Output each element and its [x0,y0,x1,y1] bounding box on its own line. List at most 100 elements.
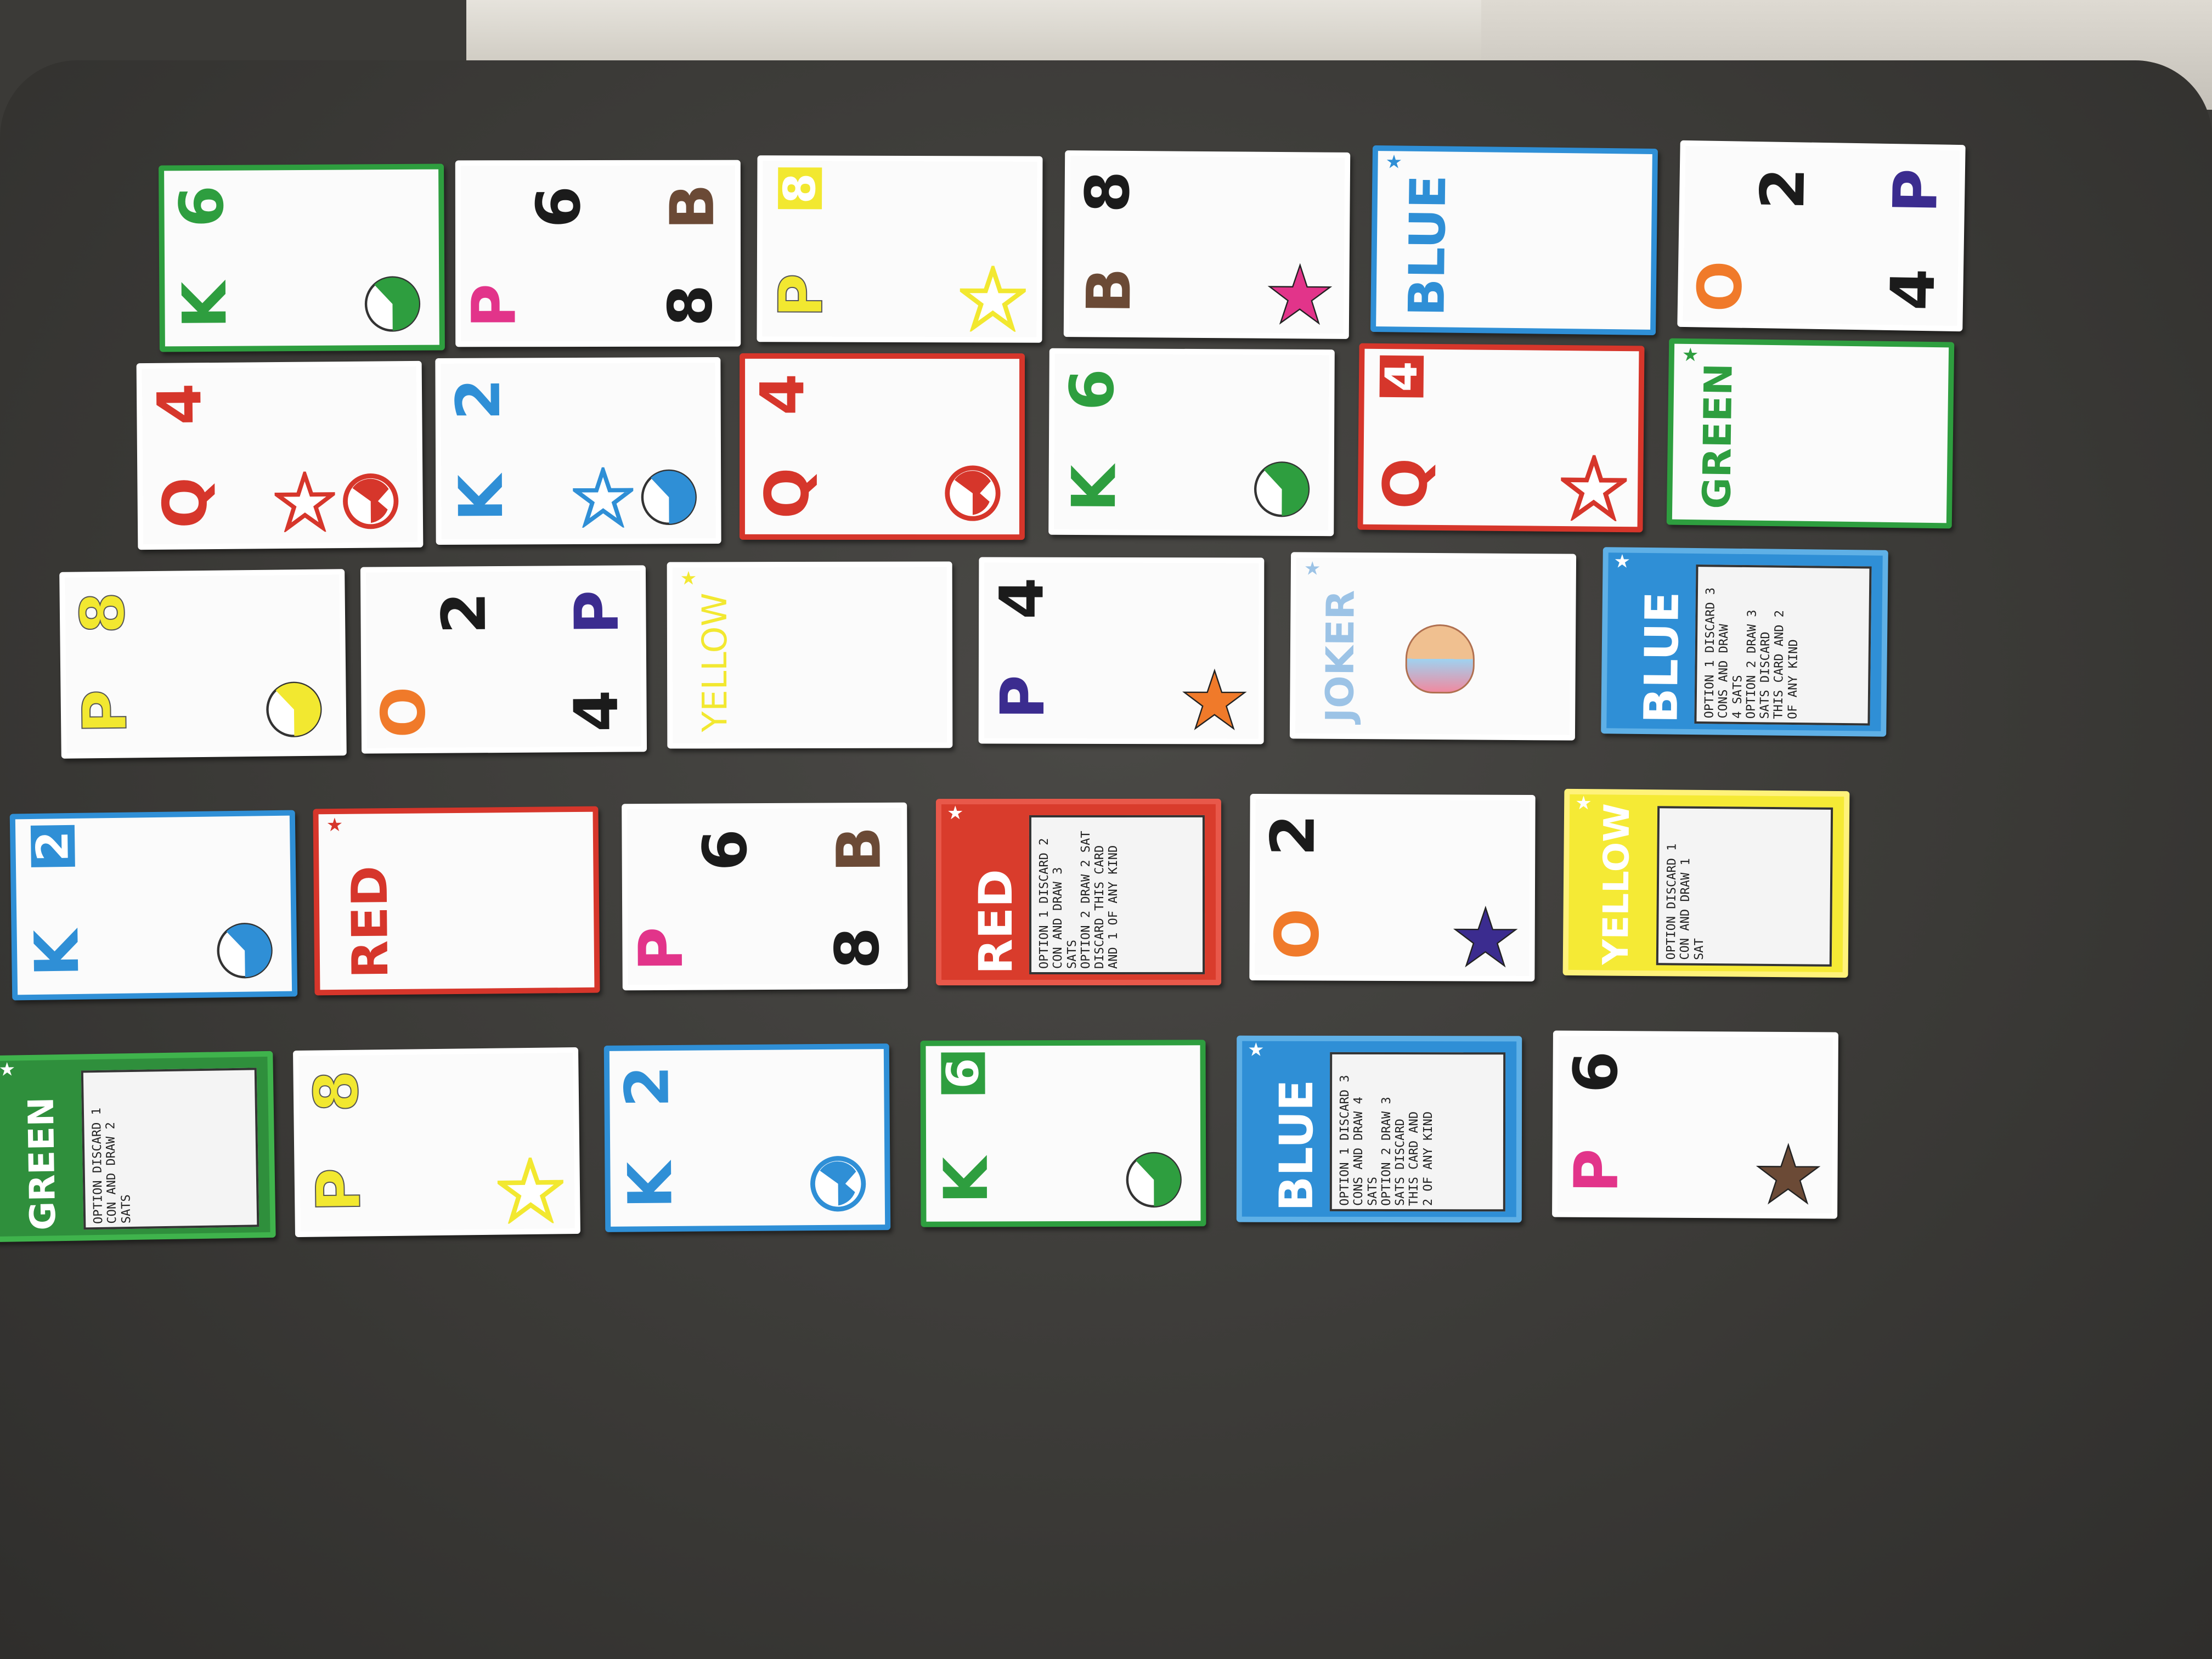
card-glyph: P [765,273,837,318]
card-r2-c2: 2K [435,357,721,545]
card-color-word: RED [968,869,1023,975]
card-r5-c2: 8P [293,1047,580,1238]
card-r3-c4: 4P [978,557,1265,744]
card-r2-c5: 4Q [1357,343,1645,533]
card-r2-c4: 6K [1048,348,1335,537]
card-glyph: 2 [1257,814,1328,856]
card-r3-c1: 8P [59,569,347,759]
star-icon [1452,904,1518,973]
card-r1-c3: 8P [757,155,1043,343]
card-glyph: O [1262,908,1333,960]
card-r5-c5: ★ BLUE OPTION 1 DISCARD 3 CONS AND DRAW 4 … [1236,1035,1522,1223]
card-color-word: GREEN [1694,363,1741,510]
card-glyph: O [1684,260,1756,313]
corner-star-icon: ★ [1385,151,1403,173]
corner-star-icon: ★ [1304,558,1321,579]
card-color-word: BLUE [1634,591,1689,724]
card-r4-c2: ★ RED [313,806,600,996]
card-glyph: P [303,1167,375,1213]
card-glyph: K [930,1156,1002,1204]
card-glyph: 6 [690,828,761,871]
card-r1-c1: 6K [159,163,445,352]
card-r3-c3: ★ YELLOW [667,561,953,749]
star-icon [1755,1142,1821,1211]
card-glyph: 4 [1877,268,1949,312]
card-glyph: P [1880,168,1951,214]
card-glyph: B [1073,267,1144,314]
card-glyph: K [1059,465,1130,512]
joker-face-icon [1405,624,1475,694]
card-glyph: Q [752,467,822,519]
card-r5-c1: ★ GREEN OPTION DISCARD 1 CON AND DRAW 2 SA… [0,1051,276,1243]
card-glyph: P [69,689,141,735]
card-glyph: 4 [144,382,215,426]
card-glyph: 6 [937,1052,989,1094]
photo-scene: 6 K 6 P B 8 8 P 8 B ★ BLUE 2 O P 4 4 Q 2 K 4 Q 6 K 4 Q ★ GREEN 8 P 2 O P… [0,0,2212,1659]
card-r1-c6: 2 O P 4 [1677,140,1966,332]
card-glyph: 8 [301,1069,373,1113]
half-circle-icon [362,274,423,337]
card-glyph: K [169,281,240,329]
card-glyph: 2 [443,378,514,421]
corner-star-icon: ★ [680,568,697,589]
corner-star-icon: ★ [1575,793,1592,814]
star-icon [1267,262,1333,331]
card-r4-c3: 6 P B 8 [622,802,908,991]
card-glyph: P [459,283,529,328]
card-glyph: 8 [822,927,893,969]
card-glyph: Q [150,477,221,529]
card-glyph: 8 [1072,170,1143,213]
card-glyph: 4 [561,690,632,732]
half-circle-icon [639,467,699,530]
half-circle-icon [214,920,275,984]
card-color-word: GREEN [21,1097,64,1231]
option-text: OPTION 1 DISCARD 3 CONS AND DRAW 4 SATS … [1338,1075,1435,1206]
card-color-word: BLUE [1398,174,1458,317]
card-glyph: O [368,686,439,738]
pacman-circle-icon [943,463,1003,526]
corner-star-icon: ★ [946,803,964,824]
star-icon [1556,451,1632,524]
corner-star-icon: ★ [326,814,343,836]
half-circle-icon [263,679,324,743]
option-text: OPTION 1 DISCARD 2 CON AND DRAW 3 SATS O… [1037,831,1121,969]
half-circle-icon [1124,1149,1184,1212]
card-glyph: 6 [166,185,237,228]
card-glyph: K [21,929,93,977]
corner-star-icon: ★ [1248,1039,1265,1060]
card-glyph: Q [1370,458,1441,510]
card-r4-c5: 2O [1249,793,1536,982]
card-color-word: YELLOW [1595,803,1638,965]
card-glyph: B [823,826,894,873]
card-r5-c4: 6K [920,1040,1206,1227]
card-r5-c6: 6P [1552,1030,1838,1219]
card-glyph: 2 [27,825,78,867]
card-r2-c3: 4Q [739,353,1025,540]
corner-star-icon: ★ [0,1059,16,1080]
card-r3-c6: ★ BLUE OPTION 1 DISCARD 3 CONS AND DRAW 4 … [1601,547,1888,737]
card-glyph: 8 [655,284,726,327]
card-color-word: JOKER [1317,590,1363,723]
card-r2-c6: ★ GREEN [1666,338,1955,529]
card-glyph: P [1561,1148,1632,1193]
card-glyph: K [445,474,517,522]
card-glyph: 6 [1057,368,1127,411]
card-r3-c5: ★ JOKER [1289,552,1577,741]
card-glyph: 6 [523,185,594,228]
card-glyph: P [988,675,1058,720]
card-r1-c2: 6 P B 8 [455,160,741,347]
option-text: OPTION DISCARD 1 CON AND DRAW 1 SAT [1664,843,1706,961]
option-text: OPTION 1 DISCARD 3 CONS AND DRAW 4 SATS … [1702,587,1801,720]
corner-star-icon: ★ [1613,551,1631,572]
card-r2-c1: 4Q [136,360,424,550]
card-color-word: YELLOW [694,592,735,732]
star-icon [493,1153,568,1226]
card-glyph: 2 [1747,167,1819,211]
card-r4-c6: ★ YELLOW OPTION DISCARD 1 CON AND DRAW 1 S… [1562,788,1850,978]
card-color-word: BLUE [1269,1079,1324,1211]
card-r4-c1: 2K [9,810,298,1001]
pacman-circle-icon [340,471,401,534]
card-glyph: 4 [986,577,1057,620]
pacman-circle-icon [808,1153,868,1217]
card-glyph: 2 [612,1065,682,1108]
